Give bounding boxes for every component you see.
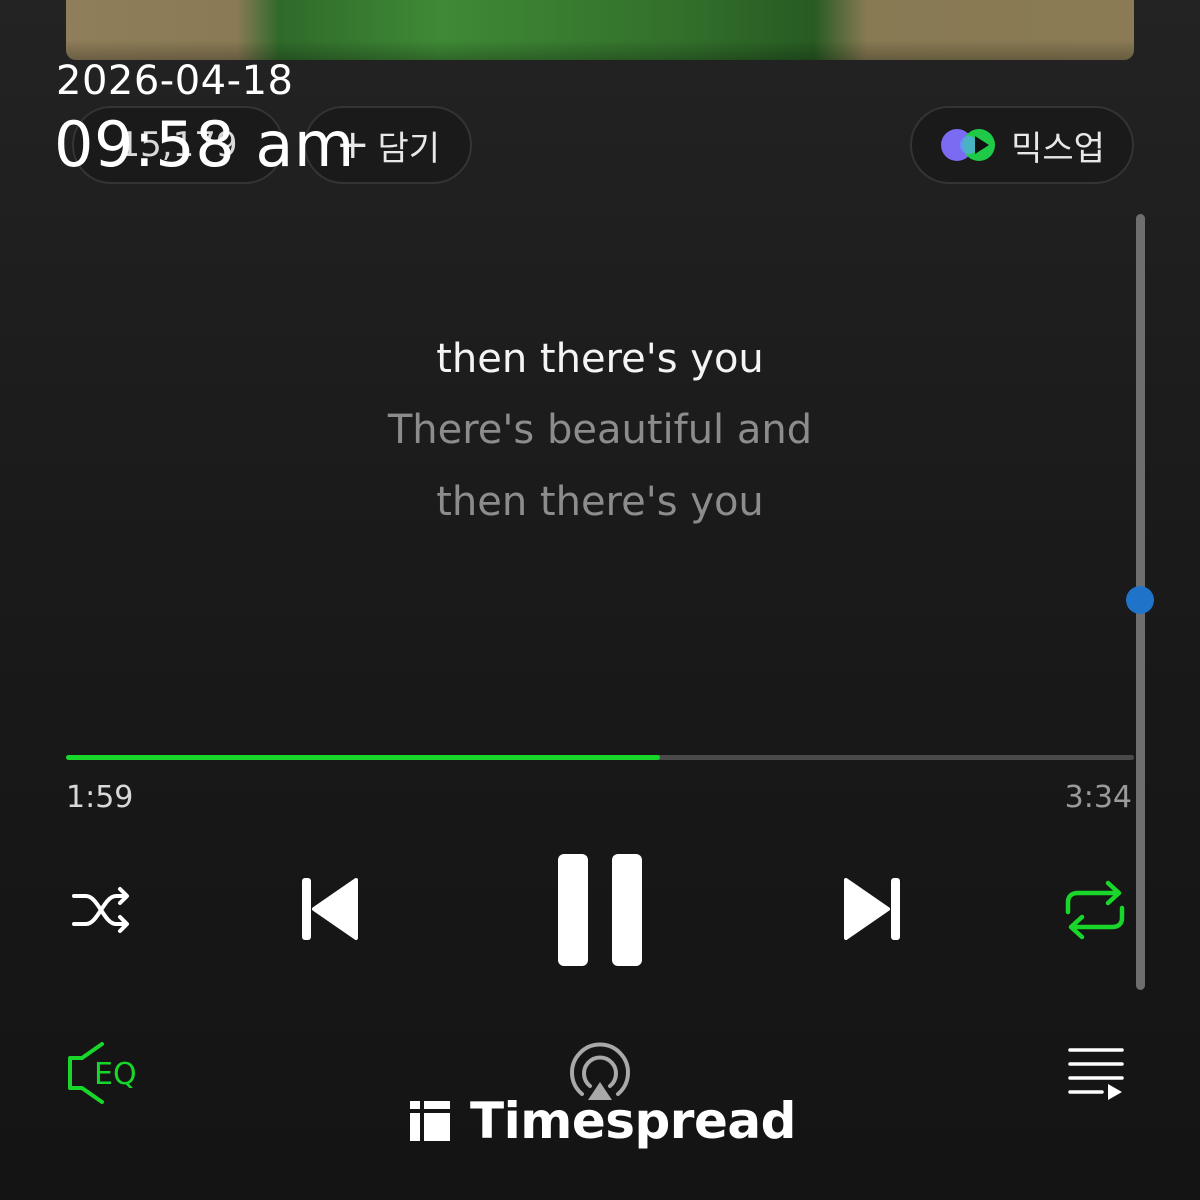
- shuffle-icon: [72, 887, 129, 933]
- progress-fill: [66, 755, 660, 760]
- eq-icon: EQ: [68, 1042, 137, 1104]
- player-screen: 2026-04-18 15,179 09:58 am + 담기 믹스업 then…: [0, 0, 1200, 1200]
- repeat-icon: [1065, 880, 1125, 940]
- scrollbar-thumb[interactable]: [1126, 586, 1154, 614]
- eq-label: EQ: [94, 1057, 137, 1092]
- next-track-button[interactable]: [842, 874, 904, 944]
- previous-track-button[interactable]: [298, 874, 360, 944]
- mixup-icon: [941, 129, 996, 161]
- repeat-button[interactable]: [1062, 878, 1128, 942]
- playlist-icon: [1068, 1048, 1124, 1100]
- equalizer-button[interactable]: EQ: [64, 1040, 148, 1106]
- elapsed-time: 1:59: [66, 780, 134, 815]
- pause-icon: [558, 854, 642, 966]
- lyric-line-following[interactable]: then there's you: [0, 479, 1200, 525]
- mixup-button[interactable]: 믹스업: [910, 106, 1134, 184]
- skip-next-icon: [844, 878, 900, 940]
- add-label: 담기: [377, 128, 441, 169]
- album-art[interactable]: [66, 0, 1134, 60]
- timestamp-time: 09:58 am: [54, 108, 355, 181]
- playlist-button[interactable]: [1066, 1046, 1126, 1102]
- timespread-watermark: Timespread: [408, 1092, 796, 1150]
- lyric-line-next[interactable]: There's beautiful and: [0, 407, 1200, 453]
- watermark-text: Timespread: [470, 1092, 796, 1150]
- progress-bar[interactable]: [66, 755, 1134, 760]
- timespread-logo-icon: [410, 1101, 450, 1141]
- lyric-line-current[interactable]: then there's you: [0, 336, 1200, 382]
- shuffle-button[interactable]: [70, 880, 136, 940]
- skip-previous-icon: [302, 878, 358, 940]
- total-time: 3:34: [1064, 780, 1132, 815]
- timestamp-date: 2026-04-18: [56, 58, 294, 104]
- pause-button[interactable]: [556, 852, 644, 968]
- mixup-label: 믹스업: [1011, 128, 1105, 169]
